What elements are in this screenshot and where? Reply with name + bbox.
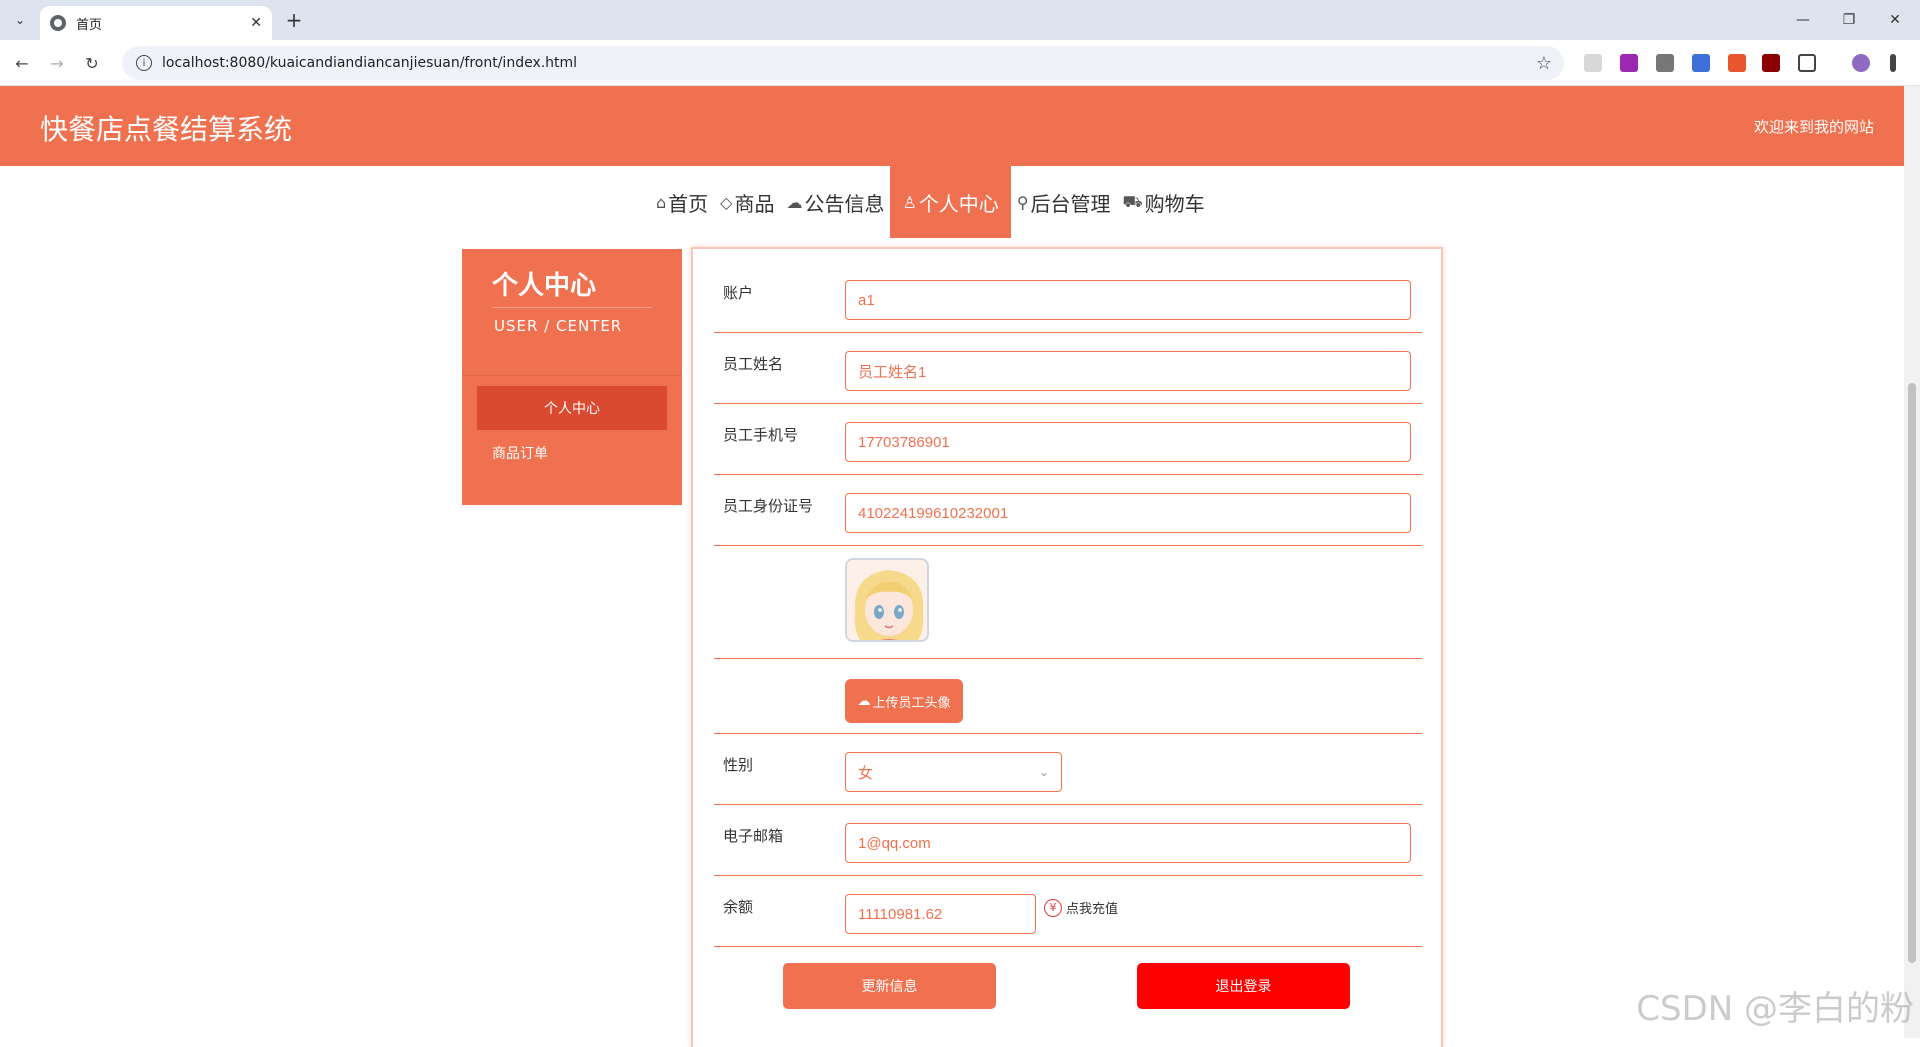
nav-admin[interactable]: ⚲后台管理	[1011, 166, 1117, 238]
nav-label: 首页	[668, 188, 708, 217]
form-row-avatar	[714, 546, 1422, 659]
nav-label: 购物车	[1145, 188, 1205, 217]
gender-select[interactable]: 女 ⌄	[845, 752, 1062, 792]
employee-name-input[interactable]: 员工姓名1	[845, 351, 1411, 391]
cloud-icon: ☁	[786, 193, 802, 212]
idcard-input[interactable]: 410224199610232001	[845, 493, 1411, 533]
nav-label: 公告信息	[804, 188, 884, 217]
form-row-email: 电子邮箱 1@qq.com	[714, 805, 1422, 876]
url-text: localhost:8080/kuaicandiandiancanjiesuan…	[162, 55, 1536, 71]
form-row-balance: 余额 11110981.62 ¥ 点我充值	[714, 876, 1422, 947]
cart-icon: ⛟	[1123, 192, 1143, 213]
nav-label: 商品	[734, 188, 774, 217]
scrollbar-thumb[interactable]	[1908, 383, 1916, 963]
csdn-watermark: CSDN @李白的粉	[1636, 981, 1914, 1030]
account-label: 账户	[723, 282, 753, 303]
home-icon: ⌂	[656, 193, 666, 212]
main-nav: ⌂首页 ◇商品 ☁公告信息 ♙个人中心 ⚲后台管理 ⛟购物车	[650, 166, 1211, 238]
ublock-icon[interactable]	[1762, 54, 1780, 72]
sidebar-title: 个人中心	[492, 265, 596, 302]
site-info-icon[interactable]: i	[136, 55, 152, 71]
minimize-icon[interactable]: —	[1780, 0, 1826, 40]
globe-icon	[50, 15, 66, 31]
form-row-idcard: 员工身份证号 410224199610232001	[714, 475, 1422, 546]
extensions-puzzle-icon[interactable]	[1798, 54, 1816, 72]
nav-label: 个人中心	[919, 188, 999, 217]
site-header: 快餐店点餐结算系统 欢迎来到我的网站	[0, 86, 1904, 166]
employee-avatar[interactable]	[845, 558, 929, 642]
yen-icon: ¥	[1044, 899, 1062, 917]
user-sidebar: 个人中心 USER / CENTER 个人中心 商品订单	[462, 249, 682, 505]
gender-selected-value: 女	[858, 762, 873, 783]
bookmark-star-icon[interactable]: ☆	[1536, 53, 1552, 74]
logout-button[interactable]: 退出登录	[1137, 963, 1350, 1009]
extension-icon[interactable]	[1692, 54, 1710, 72]
employee-name-label: 员工姓名	[723, 353, 783, 374]
welcome-text: 欢迎来到我的网站	[1754, 116, 1874, 137]
phone-input[interactable]: 17703786901	[845, 422, 1411, 462]
extension-icon[interactable]	[1728, 54, 1746, 72]
sidebar-divider	[492, 307, 652, 308]
gender-label: 性别	[723, 754, 753, 775]
cloud-upload-icon: ☁	[857, 694, 870, 709]
nav-products[interactable]: ◇商品	[714, 166, 780, 238]
account-input[interactable]: a1	[845, 280, 1411, 320]
tag-icon: ◇	[720, 193, 732, 212]
chevron-down-icon: ⌄	[1039, 765, 1049, 779]
reload-icon[interactable]: ↻	[80, 51, 104, 75]
upload-avatar-label: 上传员工头像	[872, 692, 950, 711]
form-row-name: 员工姓名 员工姓名1	[714, 333, 1422, 404]
window-close-icon[interactable]: ✕	[1872, 0, 1918, 40]
recharge-label: 点我充值	[1066, 898, 1118, 917]
user-icon: ♙	[902, 193, 916, 212]
address-bar[interactable]: i localhost:8080/kuaicandiandiancanjiesu…	[122, 46, 1564, 80]
close-tab-icon[interactable]: ✕	[250, 15, 262, 31]
email-label: 电子邮箱	[723, 825, 783, 846]
extension-icon[interactable]	[1620, 54, 1638, 72]
menu-kebab-icon[interactable]	[1890, 54, 1896, 72]
nav-home[interactable]: ⌂首页	[650, 166, 714, 238]
sidebar-subtitle: USER / CENTER	[494, 317, 622, 335]
balance-label: 余额	[723, 896, 753, 917]
forward-icon[interactable]: →	[45, 51, 69, 75]
profile-form: 账户 a1 员工姓名 员工姓名1 员工手机号 17703786901 员工身份证…	[691, 247, 1443, 1047]
recharge-link[interactable]: ¥ 点我充值	[1044, 898, 1118, 917]
back-icon[interactable]: ←	[10, 51, 34, 75]
update-info-button[interactable]: 更新信息	[783, 963, 996, 1009]
browser-tab[interactable]: 首页 ✕	[40, 6, 272, 40]
profile-avatar[interactable]	[1852, 54, 1870, 72]
sidebar-item-user-center[interactable]: 个人中心	[477, 386, 667, 430]
form-row-upload: ☁ 上传员工头像	[714, 659, 1422, 734]
idcard-label: 员工身份证号	[723, 495, 813, 516]
extension-icon[interactable]	[1584, 54, 1602, 72]
phone-label: 员工手机号	[723, 424, 798, 445]
form-row-account: 账户 a1	[714, 249, 1422, 333]
nav-user-center[interactable]: ♙个人中心	[890, 166, 1010, 238]
form-row-gender: 性别 女 ⌄	[714, 734, 1422, 805]
sidebar-separator	[462, 375, 682, 376]
extension-icon[interactable]	[1656, 54, 1674, 72]
browser-tab-bar: ⌄ 首页 ✕ + — ❐ ✕	[0, 0, 1920, 40]
nav-label: 后台管理	[1031, 188, 1111, 217]
link-icon: ⚲	[1017, 193, 1029, 212]
email-input[interactable]: 1@qq.com	[845, 823, 1411, 863]
sidebar-item-orders[interactable]: 商品订单	[492, 443, 548, 463]
new-tab-icon[interactable]: +	[282, 8, 306, 32]
form-row-phone: 员工手机号 17703786901	[714, 404, 1422, 475]
nav-announcements[interactable]: ☁公告信息	[780, 166, 890, 238]
balance-input[interactable]: 11110981.62	[845, 894, 1036, 934]
site-title: 快餐店点餐结算系统	[40, 108, 292, 148]
upload-avatar-button[interactable]: ☁ 上传员工头像	[845, 679, 963, 723]
tab-title: 首页	[76, 14, 250, 33]
nav-cart[interactable]: ⛟购物车	[1117, 166, 1211, 238]
tab-search-icon[interactable]: ⌄	[8, 8, 32, 32]
restore-icon[interactable]: ❐	[1826, 0, 1872, 40]
